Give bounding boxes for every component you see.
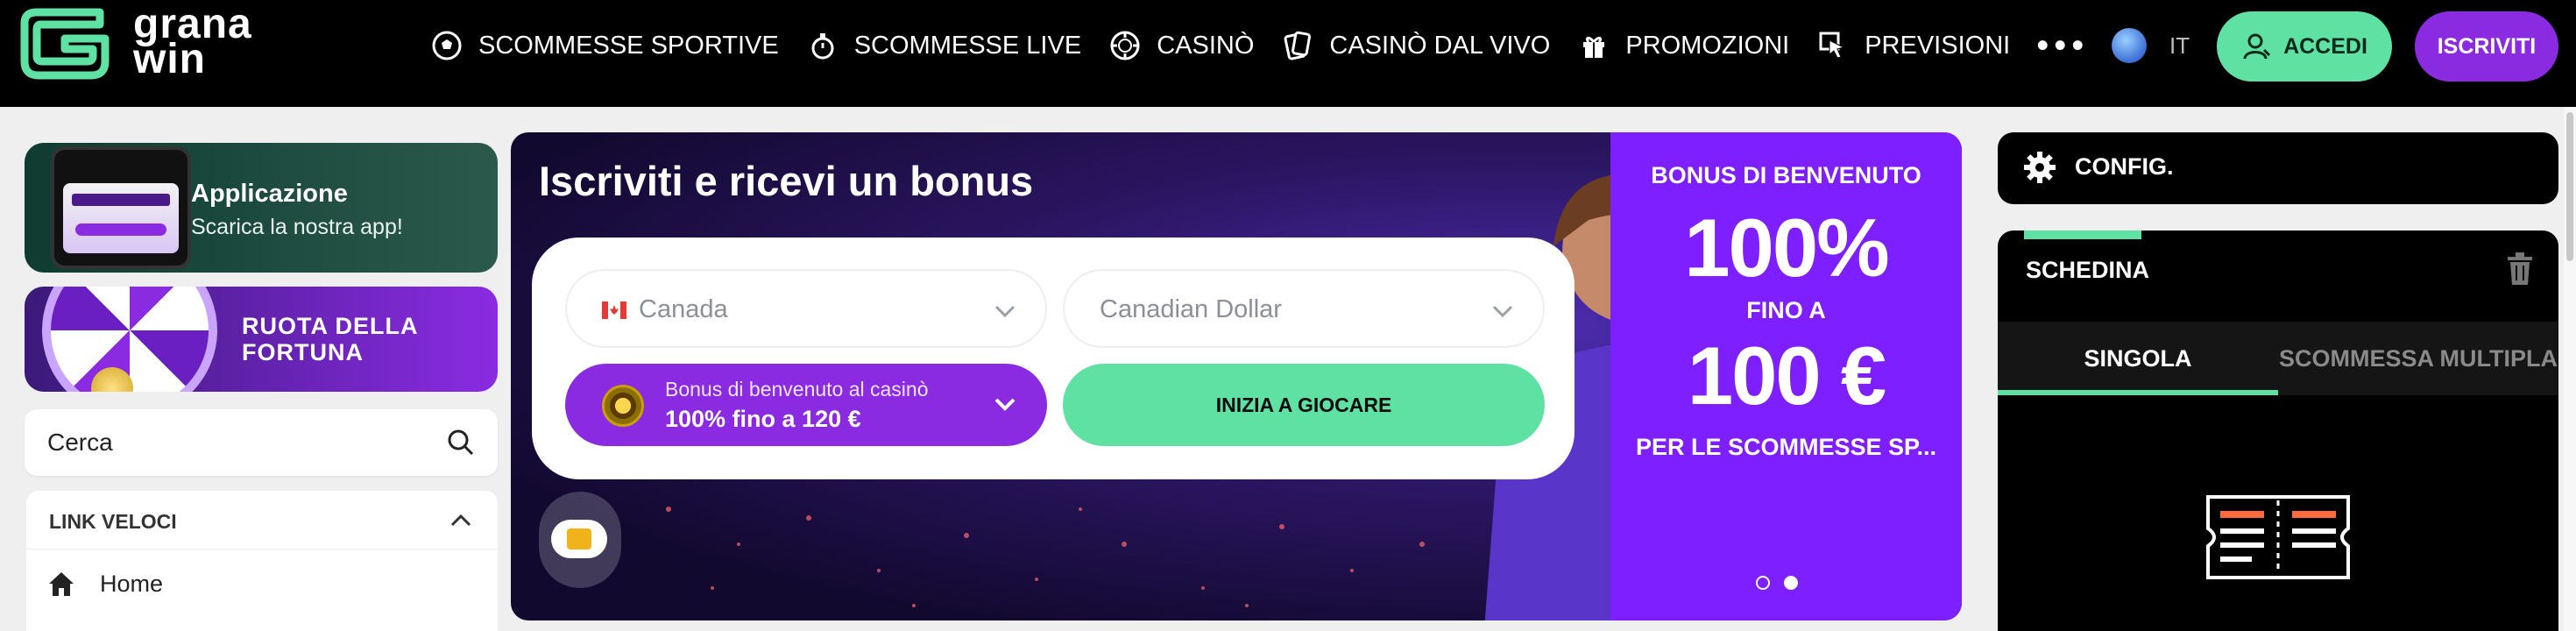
settings-label: CONFIG. <box>2075 153 2174 180</box>
nav-live-betting[interactable]: SCOMMESSE LIVE <box>805 28 1081 63</box>
welcome-bonus-hero: Iscriviti e ricevi un bonus Canada Canad… <box>511 132 1962 620</box>
login-label: ACCEDI <box>2283 33 2367 59</box>
tab-single[interactable]: SINGOLA <box>1998 322 2278 395</box>
language-code: IT <box>2169 32 2190 59</box>
stopwatch-icon <box>805 28 840 63</box>
sports-bonus-desc: PER LE SCOMMESSE SP... <box>1635 434 1937 460</box>
sports-bonus-label: BONUS DI BENVENUTO <box>1651 162 1921 188</box>
playing-cards-icon <box>1280 28 1315 63</box>
nav-label: PREVISIONI <box>1865 31 2011 60</box>
gear-icon <box>2024 152 2056 183</box>
empty-ticket-icon <box>2206 495 2350 579</box>
carousel-pager <box>1756 576 1812 590</box>
carousel-dot-active[interactable] <box>1784 576 1798 590</box>
soccer-ball-icon <box>429 28 464 63</box>
nav-predictions[interactable]: PREVISIONI <box>1815 28 2010 63</box>
nav-casino[interactable]: CASINÒ <box>1108 28 1254 63</box>
cursor-click-icon <box>1815 28 1851 63</box>
signup-form-card: Canada Canadian Dollar Bonus di benvenut… <box>532 238 1575 479</box>
start-playing-button[interactable]: INIZIA A GIOCARE <box>1063 364 1545 446</box>
bet-slip-title: SCHEDINA <box>2026 257 2150 283</box>
quick-link-label: Home <box>100 570 164 597</box>
sports-bonus-amount: 100 € <box>1687 330 1886 422</box>
user-icon <box>2243 33 2271 60</box>
carousel-dot[interactable] <box>1756 576 1770 590</box>
slip-accent-bar <box>2024 230 2141 239</box>
logo-text-win: win <box>133 36 206 82</box>
tab-single-label: SINGOLA <box>2084 344 2192 372</box>
bonus-amount: 100% fino a 120 € <box>665 406 861 432</box>
wheel-of-fortune-banner[interactable]: RUOTA DELLA FORTUNA <box>25 287 498 392</box>
chevron-down-icon <box>994 398 1016 411</box>
language-selector[interactable]: IT <box>2112 28 2190 63</box>
nav-label: CASINÒ <box>1157 31 1255 60</box>
page-scrollbar[interactable] <box>2564 107 2576 631</box>
app-banner-subtitle: Scarica la nostra app! <box>191 215 403 239</box>
country-select[interactable]: Canada <box>565 269 1047 348</box>
provider-badge[interactable] <box>539 492 621 588</box>
search-icon[interactable] <box>445 427 477 458</box>
sports-bonus-upto: FINO A <box>1746 297 1826 323</box>
bet-slip-tabs: SINGOLA SCOMMESSA MULTIPLA <box>1998 322 2558 395</box>
globe-icon <box>2112 28 2147 63</box>
nav-label: SCOMMESSE LIVE <box>853 31 1082 60</box>
search-input[interactable]: Cerca <box>25 409 498 476</box>
trash-icon[interactable] <box>2504 252 2536 287</box>
country-value: Canada <box>639 295 728 323</box>
home-icon <box>49 572 74 596</box>
bonus-coin-icon <box>602 385 644 427</box>
login-button[interactable]: ACCEDI <box>2217 11 2392 82</box>
bonus-type: Bonus di benvenuto al casinò <box>665 378 929 401</box>
logo-mark-icon <box>20 8 110 80</box>
quick-links-panel: LINK VELOCI Home <box>26 491 498 631</box>
tab-active-underline <box>1998 390 2278 395</box>
sports-bonus-percent: 100% <box>1684 202 1889 294</box>
sports-bonus-panel[interactable]: BONUS DI BENVENUTO 100% FINO A 100 € PER… <box>1610 132 1962 620</box>
main-navigation: SCOMMESSE SPORTIVE SCOMMESSE LIVE CASINÒ… <box>429 23 2089 68</box>
search-placeholder: Cerca <box>47 429 113 456</box>
nav-label: PROMOZIONI <box>1625 31 1790 60</box>
chevron-down-icon <box>994 305 1016 318</box>
nav-label: CASINÒ DAL VIVO <box>1329 31 1551 60</box>
register-label: ISCRIVITI <box>2437 33 2537 59</box>
settings-button[interactable]: CONFIG. <box>1998 132 2558 204</box>
phone-mockup-image <box>51 146 191 269</box>
quick-link-home[interactable]: Home <box>46 568 163 599</box>
chevron-up-icon[interactable] <box>447 507 475 535</box>
nav-label: SCOMMESSE SPORTIVE <box>478 31 779 60</box>
nav-promotions[interactable]: PROMOZIONI <box>1576 28 1789 63</box>
quick-links-title[interactable]: LINK VELOCI <box>49 510 177 534</box>
tab-multiple-label: SCOMMESSA MULTIPLA <box>2279 344 2558 372</box>
canada-flag-icon <box>602 301 626 319</box>
register-button[interactable]: ISCRIVITI <box>2415 11 2558 82</box>
app-banner-title: Applicazione <box>191 180 348 208</box>
casino-chip-icon <box>1108 28 1143 63</box>
wheel-banner-line2: FORTUNA <box>242 339 364 365</box>
gift-icon <box>1576 28 1611 63</box>
chevron-down-icon <box>1492 305 1513 318</box>
more-menu-button[interactable]: ••• <box>2036 28 2089 63</box>
wheel-banner-line1: RUOTA DELLA <box>242 313 419 339</box>
tab-multiple[interactable]: SCOMMESSA MULTIPLA <box>2278 322 2558 395</box>
bonus-select[interactable]: Bonus di benvenuto al casinò 100% fino a… <box>565 364 1047 446</box>
bet-slip-panel: SCHEDINA SINGOLA SCOMMESSA MULTIPLA <box>1998 230 2558 631</box>
granawin-logo[interactable]: grana win <box>16 4 305 82</box>
currency-value: Canadian Dollar <box>1100 295 1282 323</box>
nav-live-casino[interactable]: CASINÒ DAL VIVO <box>1280 28 1550 63</box>
top-header: grana win SCOMMESSE SPORTIVE SCOMMESSE L… <box>0 0 2576 107</box>
scrollbar-thumb[interactable] <box>2566 112 2573 261</box>
hero-title: Iscriviti e ricevi un bonus <box>539 158 1034 204</box>
app-download-banner[interactable]: Applicazione Scarica la nostra app! <box>25 143 498 273</box>
currency-select[interactable]: Canadian Dollar <box>1063 269 1545 348</box>
nav-sports-betting[interactable]: SCOMMESSE SPORTIVE <box>429 28 779 63</box>
provider-logo-icon <box>551 520 607 558</box>
